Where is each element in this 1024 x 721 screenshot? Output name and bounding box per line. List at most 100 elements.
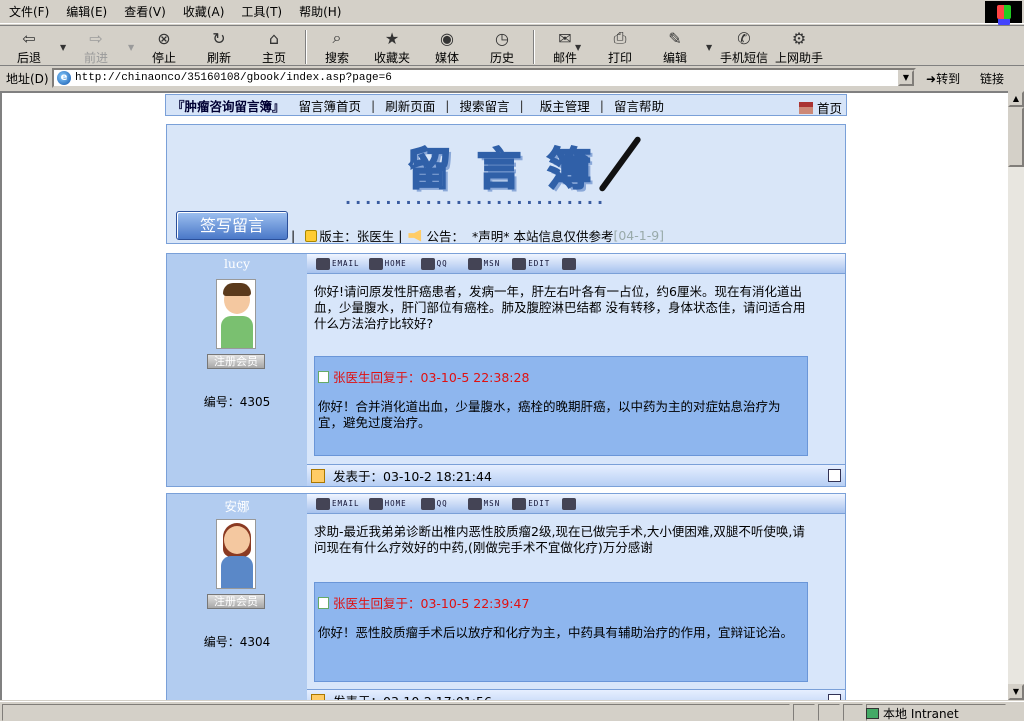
- email-link[interactable]: EMAIL: [316, 257, 360, 270]
- qq-link[interactable]: QQ: [420, 257, 448, 270]
- address-dropdown-icon[interactable]: ▼: [898, 70, 914, 86]
- author-name[interactable]: lucy: [167, 256, 307, 271]
- back-arrow-icon: ⇦: [22, 28, 36, 48]
- edit-pencil-icon: [512, 257, 527, 270]
- nav-refresh[interactable]: 刷新页面: [385, 96, 435, 115]
- edit-link[interactable]: EDIT: [512, 257, 550, 270]
- sms-label: 手机短信: [719, 51, 768, 65]
- homepage-link[interactable]: HOME: [368, 497, 407, 510]
- banner-dots: ..........................: [345, 189, 608, 208]
- avatar: [216, 279, 256, 349]
- edit-dropdown-icon[interactable]: ▼: [706, 43, 712, 52]
- homepage-link[interactable]: HOME: [368, 257, 407, 270]
- vertical-scrollbar[interactable]: ▲ ▼: [1008, 91, 1024, 700]
- assistant-button[interactable]: ⚙ 上网助手: [772, 28, 826, 66]
- banner-title: 留言簿: [406, 143, 617, 196]
- menu-view[interactable]: 查看(V): [115, 0, 174, 24]
- edit-icon: ✎: [668, 28, 682, 48]
- search-button[interactable]: ⌕ 搜索: [311, 28, 363, 66]
- avatar: [216, 519, 256, 589]
- nav-help[interactable]: 留言帮助: [614, 96, 664, 115]
- ip-link[interactable]: [562, 497, 578, 510]
- page-viewport: 『肿瘤咨询留言簿』 留言簿首页 | 刷新页面 | 搜索留言 | 版主管理 | 留言帮助 …: [0, 91, 1008, 700]
- home-icon: [368, 257, 383, 270]
- email-link[interactable]: EMAIL: [316, 497, 360, 510]
- toolbar: ⇦ 后退 ▼ ⇨ 前进 ▼ ⊗ 停止 ↻ 刷新 ⌂ 主页 ⌕ 搜索 ★ 收藏夹 ◉ 媒体 ◷ 历史…: [0, 25, 1024, 66]
- nav-guestbook-home[interactable]: 留言簿首页: [299, 96, 362, 115]
- media-label: 媒体: [434, 51, 459, 65]
- menu-favorites[interactable]: 收藏(A): [174, 0, 233, 24]
- toolbar-separator: [533, 30, 535, 64]
- nav-admin[interactable]: 版主管理: [540, 96, 590, 115]
- nav-home-link[interactable]: 首页: [798, 98, 842, 117]
- scroll-thumb[interactable]: [1008, 107, 1024, 167]
- ip-link[interactable]: [562, 257, 578, 270]
- status-cell: [843, 704, 863, 721]
- message-text: 求助-最近我弟弟诊断出椎内恶性胶质瘤2级,现在已做完手术,大小便困难,双腿不听使…: [314, 524, 805, 555]
- sms-button[interactable]: ✆ 手机短信: [717, 28, 771, 66]
- address-input[interactable]: e http://chinaonco/35160108/gbook/index.…: [52, 68, 916, 88]
- member-badge: 注册会员: [207, 594, 265, 609]
- reply-header: 张医生回复于：03-10-5 22:38:28: [318, 367, 529, 386]
- edit-pencil-icon: [512, 497, 527, 510]
- nav-search[interactable]: 搜索留言: [459, 96, 509, 115]
- msn-link[interactable]: MSN: [467, 257, 501, 270]
- message-text: 你好!请问原发性肝癌患者，发病一年，肝左右叶各有一占位，约6厘米。现在有消化道出…: [314, 284, 806, 331]
- sms-icon: ✆: [737, 28, 751, 48]
- scroll-up-icon[interactable]: ▲: [1008, 91, 1024, 107]
- message-footer: 发表于：03-10-2 17:01:56: [307, 689, 845, 700]
- address-url[interactable]: http://chinaonco/35160108/gbook/index.as…: [75, 72, 392, 84]
- notice-date: [04-1-9]: [613, 228, 665, 243]
- menu-help[interactable]: 帮助(H): [290, 0, 349, 24]
- stop-button[interactable]: ⊗ 停止: [138, 28, 190, 66]
- menu-tools[interactable]: 工具(T): [232, 0, 290, 24]
- post-time: 发表于：03-10-2 17:01:56: [333, 691, 492, 700]
- author-name[interactable]: 安娜: [167, 496, 307, 515]
- home-button[interactable]: ⌂ 主页: [248, 28, 300, 66]
- stop-icon: ⊗: [157, 28, 171, 48]
- edit-button[interactable]: ✎ 编辑: [649, 28, 701, 66]
- mail-dropdown-icon[interactable]: ▼: [575, 43, 581, 52]
- message-footer: 发表于：03-10-2 18:21:44: [307, 464, 845, 486]
- home-icon: [368, 497, 383, 510]
- message-body-panel: EMAIL HOME QQ MSN EDIT 求助-最近我弟弟诊断出椎内恶性胶质…: [307, 494, 845, 700]
- forward-button[interactable]: ⇨ 前进: [70, 28, 122, 66]
- nav-home-label: 首页: [816, 101, 842, 116]
- mail-button[interactable]: ✉ 邮件: [539, 28, 591, 66]
- back-dropdown-icon[interactable]: ▼: [60, 43, 66, 52]
- menu-edit[interactable]: 编辑(E): [57, 0, 115, 24]
- refresh-button[interactable]: ↻ 刷新: [193, 28, 245, 66]
- favorites-button[interactable]: ★ 收藏夹: [366, 28, 418, 66]
- reply-text: 你好！合并消化道出血，少量腹水，癌栓的晚期肝癌，以中药为主的对症姑息治疗为宜，避…: [318, 399, 781, 430]
- ie-page-icon: e: [57, 71, 71, 85]
- sign-guestbook-button[interactable]: 签写留言: [176, 211, 288, 240]
- edit-link[interactable]: EDIT: [512, 497, 550, 510]
- msn-link[interactable]: MSN: [467, 497, 501, 510]
- quote-icon[interactable]: [828, 694, 841, 700]
- edit-label: 编辑: [662, 51, 687, 65]
- scroll-down-icon[interactable]: ▼: [1008, 684, 1024, 700]
- intranet-icon: [866, 708, 879, 719]
- history-button[interactable]: ◷ 历史: [476, 28, 528, 66]
- menu-file[interactable]: 文件(F): [0, 0, 57, 24]
- quote-icon[interactable]: [828, 469, 841, 482]
- media-button[interactable]: ◉ 媒体: [421, 28, 473, 66]
- qq-penguin-icon: [420, 497, 435, 510]
- contact-icon-bar: EMAIL HOME QQ MSN EDIT: [307, 254, 845, 274]
- go-button[interactable]: ➜转到: [926, 70, 960, 87]
- speaker-icon: [408, 229, 422, 242]
- forward-dropdown-icon[interactable]: ▼: [128, 43, 134, 52]
- back-button[interactable]: ⇦ 后退: [3, 28, 55, 66]
- home-label: 主页: [261, 51, 286, 65]
- computer-icon: [562, 497, 577, 510]
- print-button[interactable]: ⎙ 打印: [594, 28, 646, 66]
- moderator-reply: 张医生回复于：03-10-5 22:39:47 你好！恶性胶质瘤手术后以放疗和化…: [314, 582, 808, 682]
- history-icon: ◷: [495, 28, 509, 48]
- favorites-icon: ★: [384, 28, 400, 48]
- qq-link[interactable]: QQ: [420, 497, 448, 510]
- links-button[interactable]: 链接: [980, 70, 1004, 87]
- home-icon: ⌂: [268, 28, 280, 48]
- reply-text: 你好！恶性胶质瘤手术后以放疗和化疗为主，中药具有辅助治疗的作用，宜辩证论治。: [318, 625, 794, 640]
- stop-label: 停止: [151, 51, 176, 65]
- menu-bar: 文件(F) 编辑(E) 查看(V) 收藏(A) 工具(T) 帮助(H): [0, 0, 1024, 24]
